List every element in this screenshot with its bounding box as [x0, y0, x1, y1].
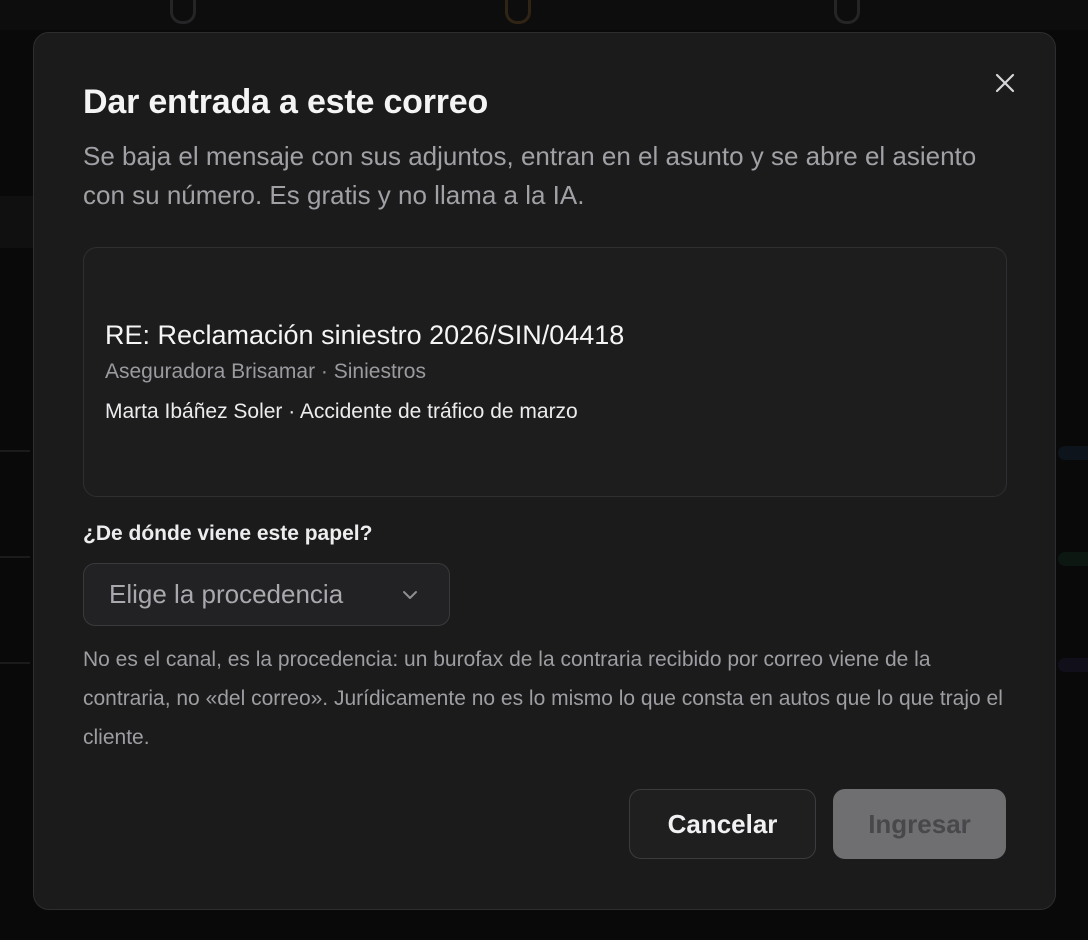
email-subject: RE: Reclamación siniestro 2026/SIN/04418: [105, 320, 625, 350]
email-preview-card: RE: Reclamación siniestro 2026/SIN/04418…: [83, 247, 1007, 497]
email-description: Marta Ibáñez Soler · Accidente de tráfic…: [105, 400, 578, 423]
cancel-button[interactable]: Cancelar: [629, 789, 816, 859]
origin-select[interactable]: Elige la procedencia: [83, 563, 450, 626]
origin-help-text: No es el canal, es la procedencia: un bu…: [83, 648, 1003, 749]
close-button[interactable]: [991, 69, 1019, 97]
chevron-down-icon: [403, 591, 417, 599]
email-sender: Aseguradora Brisamar · Siniestros: [105, 360, 426, 383]
origin-select-placeholder: Elige la procedencia: [109, 579, 344, 609]
close-icon: [995, 73, 1015, 93]
origin-field-label: ¿De dónde viene este papel?: [83, 522, 373, 545]
submit-button[interactable]: Ingresar: [833, 789, 1006, 859]
dialog-title: Dar entrada a este correo: [83, 83, 489, 121]
ingest-email-dialog: Dar entrada a este correo Se baja el men…: [33, 32, 1056, 910]
dialog-subtitle: Se baja el mensaje con sus adjuntos, ent…: [83, 141, 977, 210]
